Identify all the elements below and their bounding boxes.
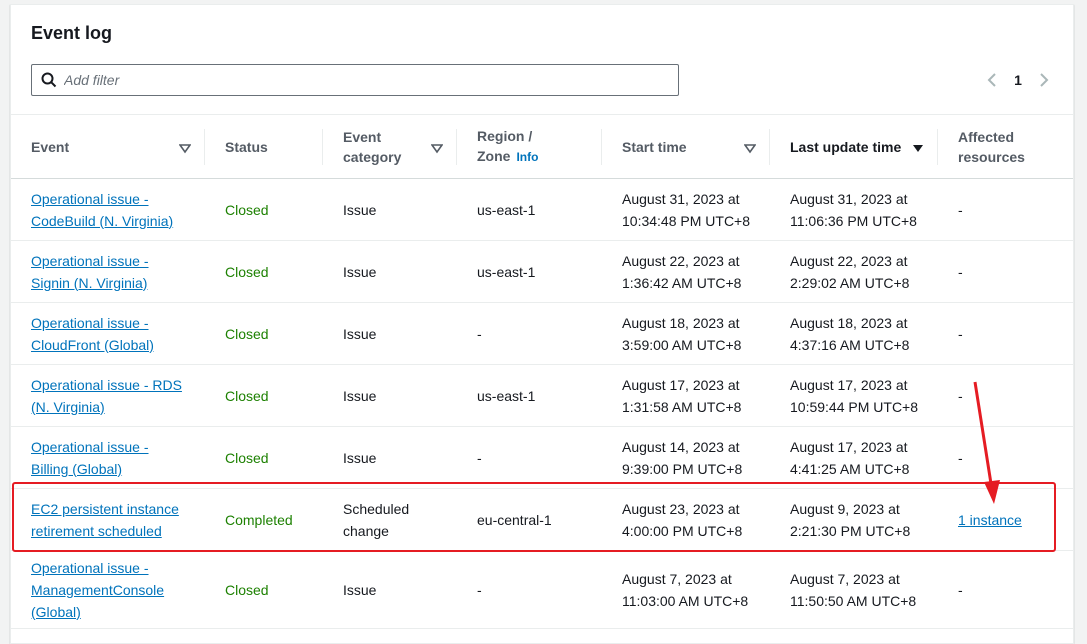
last-update-cell: August 7, 2023 at 11:50:50 AM UTC+8 xyxy=(790,570,917,609)
sort-caret-icon[interactable] xyxy=(912,139,924,159)
affected-cell: - xyxy=(958,201,963,218)
region-cell: - xyxy=(477,449,482,466)
affected-cell: - xyxy=(958,387,963,404)
affected-cell: - xyxy=(958,449,963,466)
event-link[interactable]: Operational issue - ManagementConsole (Glo… xyxy=(31,560,164,620)
category-cell: Issue xyxy=(343,263,377,280)
event-cell: Operational issue - Signin (N. Virginia) xyxy=(11,241,205,303)
status-cell: Closed xyxy=(225,201,269,218)
affected-instance-link[interactable]: 1 instance xyxy=(958,512,1022,528)
col-header-last-update-time[interactable]: Last update time xyxy=(770,115,938,179)
event-link[interactable]: EC2 persistent instance retirement schedu… xyxy=(31,501,179,539)
region-cell: us-east-1 xyxy=(477,201,536,218)
table-row: Operational issue - CloudFront (Global) C… xyxy=(11,303,1073,365)
category-cell: Issue xyxy=(343,449,377,466)
panel-title: Event log xyxy=(31,23,113,43)
table-row: Operational issue - CodeBuild (N. Virgini… xyxy=(11,179,1073,241)
region-cell: us-east-1 xyxy=(477,387,536,404)
event-link[interactable]: Operational issue - Signin (N. Virginia) xyxy=(31,253,149,291)
table-row: Operational issue - RDS (N. Virginia) Clo… xyxy=(11,365,1073,427)
affected-cell: 1 instance xyxy=(938,489,1073,551)
chevron-right-icon[interactable] xyxy=(1033,67,1055,93)
category-cell: Issue xyxy=(343,387,377,404)
col-header-start-time[interactable]: Start time xyxy=(602,115,770,179)
start-time-cell: August 7, 2023 at 11:03:00 AM UTC+8 xyxy=(622,570,749,609)
region-cell: us-east-1 xyxy=(477,263,536,280)
last-update-cell: August 17, 2023 at 10:59:44 PM UTC+8 xyxy=(790,376,919,415)
event-cell: Operational issue - CloudFront (Global) xyxy=(11,303,205,365)
status-cell: Closed xyxy=(225,449,269,466)
status-cell: Closed xyxy=(225,263,269,280)
affected-cell: - xyxy=(958,325,963,342)
status-cell: Closed xyxy=(225,387,269,404)
last-update-cell: August 22, 2023 at 2:29:02 AM UTC+8 xyxy=(790,252,910,291)
last-update-cell: August 17, 2023 at 4:41:25 AM UTC+8 xyxy=(790,438,910,477)
event-link[interactable]: Operational issue - Billing (Global) xyxy=(31,439,149,477)
last-update-cell: August 9, 2023 at 2:21:30 PM UTC+8 xyxy=(790,500,911,539)
info-link[interactable]: Info xyxy=(516,150,538,164)
table-header-row: Event Status Event category Region / Zon… xyxy=(11,114,1073,179)
col-header-event-category[interactable]: Event category xyxy=(323,115,457,179)
event-link[interactable]: Operational issue - CodeBuild (N. Virgini… xyxy=(31,191,173,229)
event-table: Event Status Event category Region / Zon… xyxy=(11,114,1073,629)
chevron-left-icon[interactable] xyxy=(981,67,1003,93)
sort-caret-icon[interactable] xyxy=(743,139,757,159)
region-cell: - xyxy=(477,581,482,598)
region-cell: - xyxy=(477,325,482,342)
event-cell: Operational issue - Billing (Global) xyxy=(11,427,205,489)
category-cell: Issue xyxy=(343,581,377,598)
event-cell: Operational issue - RDS (N. Virginia) xyxy=(11,365,205,427)
last-update-cell: August 18, 2023 at 4:37:16 AM UTC+8 xyxy=(790,314,910,353)
event-cell: EC2 persistent instance retirement schedu… xyxy=(11,489,205,551)
search-icon xyxy=(34,65,64,95)
col-header-region-zone: Region / Zone Info xyxy=(457,115,602,179)
event-link[interactable]: Operational issue - RDS (N. Virginia) xyxy=(31,377,182,415)
pagination: 1 xyxy=(981,67,1055,93)
sort-caret-icon[interactable] xyxy=(430,139,444,159)
category-cell: Issue xyxy=(343,201,377,218)
sort-caret-icon[interactable] xyxy=(178,139,192,159)
category-cell: Issue xyxy=(343,325,377,342)
table-row: Operational issue - Signin (N. Virginia) … xyxy=(11,241,1073,303)
start-time-cell: August 18, 2023 at 3:59:00 AM UTC+8 xyxy=(622,314,742,353)
col-header-status: Status xyxy=(205,115,323,179)
status-cell: Closed xyxy=(225,325,269,342)
event-cell: Operational issue - ManagementConsole (Glo… xyxy=(11,551,205,629)
event-log-panel: Event log 1 Event Status xyxy=(10,4,1074,644)
event-cell: Operational issue - CodeBuild (N. Virgini… xyxy=(11,179,205,241)
start-time-cell: August 23, 2023 at 4:00:00 PM UTC+8 xyxy=(622,500,743,539)
filter-field[interactable] xyxy=(31,64,679,96)
col-header-affected-resources: Affected resources xyxy=(958,128,1025,165)
start-time-cell: August 31, 2023 at 10:34:48 PM UTC+8 xyxy=(622,190,751,229)
table-row: Operational issue - Billing (Global) Clos… xyxy=(11,427,1073,489)
col-header-event[interactable]: Event xyxy=(11,115,205,179)
affected-cell: - xyxy=(958,581,963,598)
status-cell: Closed xyxy=(225,581,269,598)
region-cell: eu-central-1 xyxy=(477,511,552,528)
last-update-cell: August 31, 2023 at 11:06:36 PM UTC+8 xyxy=(790,190,917,229)
filter-input[interactable] xyxy=(64,72,644,88)
table-row-highlighted: EC2 persistent instance retirement schedu… xyxy=(11,489,1073,551)
affected-cell: - xyxy=(958,263,963,280)
table-row: Operational issue - ManagementConsole (Glo… xyxy=(11,551,1073,629)
category-cell: Scheduled change xyxy=(343,500,410,539)
start-time-cell: August 17, 2023 at 1:31:58 AM UTC+8 xyxy=(622,376,742,415)
event-link[interactable]: Operational issue - CloudFront (Global) xyxy=(31,315,154,353)
start-time-cell: August 14, 2023 at 9:39:00 PM UTC+8 xyxy=(622,438,743,477)
page-number[interactable]: 1 xyxy=(1003,72,1033,88)
start-time-cell: August 22, 2023 at 1:36:42 AM UTC+8 xyxy=(622,252,742,291)
status-cell: Completed xyxy=(225,511,293,528)
